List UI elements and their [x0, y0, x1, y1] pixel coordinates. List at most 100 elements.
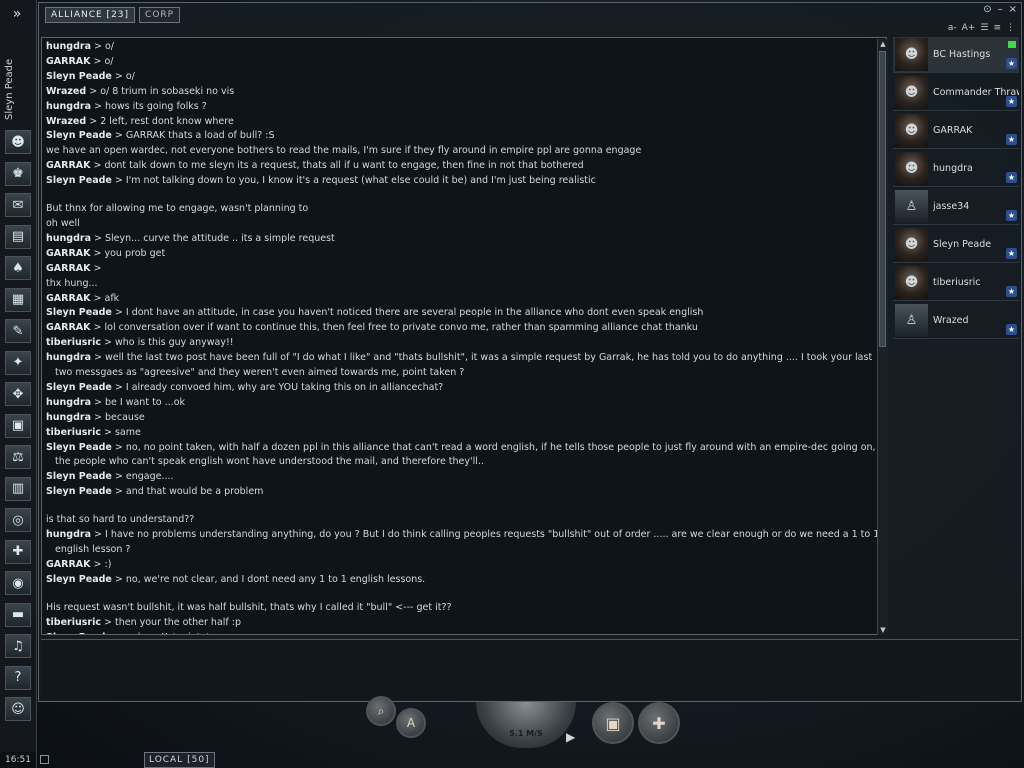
message-sender[interactable]: GARRAK — [46, 322, 91, 333]
member-item[interactable]: ♙ Wrazed ★ — [893, 303, 1019, 339]
message-separator: > — [91, 529, 105, 541]
character-name[interactable]: Sleyn Peade — [4, 30, 26, 126]
message-sender[interactable]: GARRAK — [46, 559, 91, 570]
message-sender[interactable]: Wrazed — [46, 116, 86, 127]
window-controls: ⊙ – × — [983, 4, 1017, 15]
message-text: well the last two post have been full of… — [55, 352, 873, 379]
journal-icon[interactable]: ▦ — [5, 287, 31, 312]
message-text: His request wasn't bullshit, it was half… — [46, 601, 452, 613]
message-sender[interactable]: Sleyn Peade — [46, 442, 112, 453]
message-sender[interactable]: Sleyn Peade — [46, 307, 112, 318]
speed-gauge[interactable]: 5.1 M/S — [476, 702, 576, 748]
help-lifebuoy-icon[interactable]: ◎ — [5, 508, 31, 532]
autopilot-icon[interactable]: A — [396, 708, 426, 738]
member-item[interactable]: ☻ tiberiusric ★ — [893, 265, 1019, 301]
market-icon[interactable]: ⚖ — [5, 445, 31, 469]
details-view-icon[interactable]: ≡ — [993, 23, 1001, 33]
scroll-thumb[interactable] — [879, 51, 886, 347]
message-sender[interactable]: GARRAK — [46, 56, 91, 67]
info-icon[interactable]: ? — [5, 665, 31, 690]
message-sender[interactable]: hungdra — [46, 397, 91, 408]
chat-input[interactable] — [41, 639, 1019, 700]
science-icon[interactable]: ✥ — [5, 382, 31, 406]
expand-neocom-icon[interactable]: » — [4, 4, 30, 24]
font-larger-button[interactable]: A+ — [962, 23, 976, 33]
audio-icon[interactable]: ♫ — [5, 634, 31, 658]
font-smaller-button[interactable]: a- — [948, 23, 957, 33]
message-sender[interactable]: Wrazed — [46, 86, 86, 97]
chat-message: GARRAK > you prob get — [46, 247, 882, 262]
expand-hud-icon[interactable]: ▶ — [566, 730, 575, 744]
message-sender[interactable]: hungdra — [46, 101, 91, 112]
message-sender[interactable]: Sleyn Peade — [46, 130, 112, 141]
message-sender[interactable]: Sleyn Peade — [46, 71, 112, 82]
message-sender[interactable]: hungdra — [46, 41, 91, 52]
message-sender[interactable]: GARRAK — [46, 293, 91, 304]
member-item[interactable]: ☻ BC Hastings ★ — [893, 37, 1019, 73]
message-sender[interactable]: hungdra — [46, 412, 91, 423]
message-sender[interactable]: Sleyn Peade — [46, 175, 112, 186]
fitting-icon[interactable]: ✚ — [5, 539, 31, 564]
alliance-star-icon: ★ — [1006, 58, 1017, 69]
close-icon[interactable]: × — [1009, 4, 1017, 15]
settings-icon[interactable]: ⊙ — [983, 4, 991, 15]
minimize-icon[interactable]: – — [998, 4, 1003, 15]
message-sender[interactable]: tiberiusric — [46, 617, 101, 628]
chat-message: tiberiusric > then your the other half :… — [46, 616, 882, 631]
chat-tabs: ALLIANCE [23] CORP — [45, 7, 181, 23]
compact-view-icon[interactable]: ⋮ — [1006, 23, 1015, 33]
message-separator: > — [91, 411, 105, 423]
message-separator: > — [91, 100, 105, 112]
message-separator: > — [90, 55, 105, 67]
message-sender[interactable]: hungdra — [46, 529, 91, 540]
message-separator: > — [90, 247, 105, 259]
member-item[interactable]: ☻ hungdra ★ — [893, 151, 1019, 187]
map-icon[interactable]: ✦ — [5, 350, 31, 375]
message-sender[interactable]: Sleyn Peade — [46, 382, 112, 393]
character-sheet-icon[interactable]: ☻ — [5, 130, 31, 154]
tab-corp[interactable]: CORP — [139, 7, 181, 23]
cards-icon[interactable]: ♠ — [5, 256, 31, 280]
scroll-up-icon[interactable]: ▲ — [878, 39, 888, 49]
scroll-down-icon[interactable]: ▼ — [878, 625, 888, 635]
message-sender[interactable]: GARRAK — [46, 263, 91, 274]
drone-bay-icon[interactable]: ✚ — [638, 702, 680, 744]
message-sender[interactable]: Sleyn Peade — [46, 632, 112, 634]
message-log[interactable]: hungdra > o/GARRAK > o/Sleyn Peade > o/W… — [41, 37, 887, 635]
member-item[interactable]: ☻ Sleyn Peade ★ — [893, 227, 1019, 263]
member-item[interactable]: ☻Commander Thrawn★ — [893, 75, 1019, 111]
avatar-icon[interactable]: ☺ — [5, 697, 31, 721]
message-sender[interactable]: hungdra — [46, 352, 91, 363]
member-item[interactable]: ♙ jasse34 ★ — [893, 189, 1019, 225]
message-sender[interactable]: tiberiusric — [46, 337, 101, 348]
message-sender[interactable]: Sleyn Peade — [46, 486, 112, 497]
message-sender[interactable]: Sleyn Peade — [46, 471, 112, 482]
message-scrollbar[interactable]: ▲ ▼ — [877, 39, 888, 635]
book-icon[interactable]: ▬ — [5, 602, 31, 627]
zoom-icon[interactable]: ⌕ — [366, 696, 396, 726]
cargo-icon[interactable]: ▣ — [5, 413, 31, 438]
portrait-icon: ☻ — [895, 228, 928, 261]
list-view-icon[interactable]: ☰ — [980, 23, 988, 33]
message-sender[interactable]: GARRAK — [46, 248, 91, 259]
notepad-icon[interactable]: ▤ — [5, 224, 31, 249]
chat-message: His request wasn't bullshit, it was half… — [46, 601, 882, 616]
message-sender[interactable]: tiberiusric — [46, 427, 101, 438]
people-places-icon[interactable]: ♚ — [5, 161, 31, 186]
checkbox-icon[interactable] — [40, 755, 49, 764]
message-text: GARRAK thats a load of bull? :S — [125, 130, 275, 142]
message-sender[interactable]: Sleyn Peade — [46, 574, 112, 585]
chat-message: hungdra > o/ — [46, 40, 882, 55]
message-sender[interactable]: GARRAK — [46, 160, 91, 171]
browser-icon[interactable]: ◉ — [5, 571, 31, 595]
message-sender[interactable]: hungdra — [46, 233, 91, 244]
ship-hud: ⌕ A 5.1 M/S ▣ ✚ ▶ LOCAL [50] — [36, 696, 1024, 768]
tab-alliance[interactable]: ALLIANCE [23] — [45, 7, 136, 23]
message-separator: > — [111, 573, 126, 585]
cargo-hold-icon[interactable]: ▣ — [592, 702, 634, 744]
calculator-icon[interactable]: ▥ — [5, 476, 31, 501]
tab-local[interactable]: LOCAL [50] — [144, 752, 215, 768]
mail-icon[interactable]: ✉ — [5, 193, 31, 217]
member-item[interactable]: ☻ GARRAK ★ — [893, 113, 1019, 149]
contract-icon[interactable]: ✎ — [5, 319, 31, 343]
